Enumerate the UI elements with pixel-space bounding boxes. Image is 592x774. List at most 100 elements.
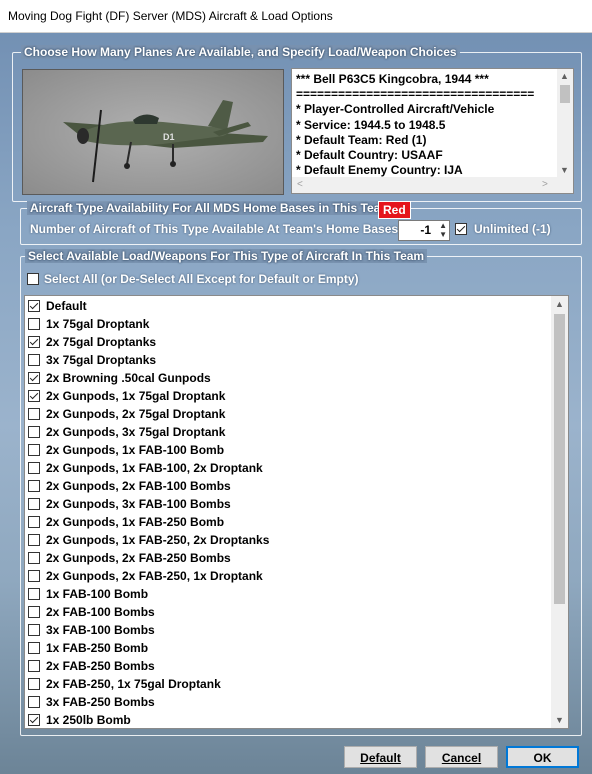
load-option-row[interactable]: 1x FAB-100 Bomb <box>28 585 269 603</box>
load-option-row[interactable]: 1x 75gal Droptank <box>28 315 269 333</box>
load-option-label[interactable]: 2x Gunpods, 1x FAB-100, 2x Droptank <box>46 461 263 475</box>
load-option-checkbox[interactable] <box>28 605 40 618</box>
load-option-row[interactable]: 2x Gunpods, 2x FAB-100 Bombs <box>28 477 269 495</box>
load-option-checkbox[interactable] <box>28 353 40 366</box>
load-option-label[interactable]: 3x 75gal Droptanks <box>46 353 156 367</box>
load-option-checkbox[interactable] <box>28 623 40 636</box>
load-option-checkbox[interactable] <box>28 569 40 582</box>
load-option-label[interactable]: 2x Gunpods, 2x FAB-250 Bombs <box>46 551 231 565</box>
ok-button[interactable]: OK <box>506 746 579 768</box>
load-option-checkbox[interactable] <box>28 497 40 510</box>
scroll-up-icon[interactable]: ▲ <box>560 71 569 81</box>
select-all-label[interactable]: Select All (or De-Select All Except for … <box>44 272 359 286</box>
load-option-checkbox[interactable] <box>28 371 40 384</box>
select-all-checkbox[interactable] <box>27 273 39 285</box>
load-option-checkbox[interactable] <box>28 389 40 402</box>
aircraft-marking-text: D1 <box>163 132 175 142</box>
load-option-label[interactable]: 1x FAB-250 Bomb <box>46 641 148 655</box>
team-badge: Red <box>378 201 411 219</box>
load-option-checkbox[interactable] <box>28 299 40 312</box>
load-option-label[interactable]: 2x Gunpods, 2x 75gal Droptank <box>46 407 225 421</box>
aircraft-count-value[interactable]: -1 <box>420 223 431 237</box>
load-option-label[interactable]: 2x Gunpods, 1x FAB-250 Bomb <box>46 515 224 529</box>
load-option-label[interactable]: 2x FAB-250 Bombs <box>46 659 155 673</box>
info-horizontal-scrollbar[interactable]: < > <box>292 177 573 193</box>
aircraft-count-label: Number of Aircraft of This Type Availabl… <box>30 222 403 236</box>
load-option-label[interactable]: 2x Gunpods, 2x FAB-250, 1x Droptank <box>46 569 263 583</box>
load-option-checkbox[interactable] <box>28 479 40 492</box>
load-option-label[interactable]: 3x FAB-100 Bombs <box>46 623 155 637</box>
load-option-label[interactable]: 1x 250lb Bomb <box>46 713 131 727</box>
load-option-checkbox[interactable] <box>28 407 40 420</box>
load-option-label[interactable]: 1x 75gal Droptank <box>46 317 149 331</box>
spin-up-icon[interactable]: ▲ <box>439 221 447 230</box>
load-option-checkbox[interactable] <box>28 533 40 546</box>
load-option-row[interactable]: 2x Gunpods, 3x FAB-100 Bombs <box>28 495 269 513</box>
load-option-row[interactable]: 2x Gunpods, 1x FAB-250 Bomb <box>28 513 269 531</box>
load-option-label[interactable]: 2x Gunpods, 1x FAB-250, 2x Droptanks <box>46 533 269 547</box>
aircraft-info-textbox[interactable]: *** Bell P63C5 Kingcobra, 1944 *** ======… <box>291 68 574 194</box>
load-option-checkbox[interactable] <box>28 443 40 456</box>
load-option-row[interactable]: 2x FAB-250 Bombs <box>28 657 269 675</box>
load-option-row[interactable]: 2x Gunpods, 1x FAB-100 Bomb <box>28 441 269 459</box>
scroll-left-icon[interactable]: < <box>297 179 303 190</box>
load-option-label[interactable]: 2x Gunpods, 1x FAB-100 Bomb <box>46 443 224 457</box>
load-option-row[interactable]: 2x Gunpods, 3x 75gal Droptank <box>28 423 269 441</box>
spin-down-icon[interactable]: ▼ <box>439 230 447 239</box>
load-option-checkbox[interactable] <box>28 335 40 348</box>
load-option-row[interactable]: 2x Gunpods, 1x 75gal Droptank <box>28 387 269 405</box>
load-option-label[interactable]: 1x FAB-100 Bomb <box>46 587 148 601</box>
loads-listbox[interactable]: Default 1x 75gal Droptank 2x 75gal Droptan… <box>24 295 569 729</box>
scroll-up-icon[interactable]: ▲ <box>555 299 564 309</box>
load-option-checkbox[interactable] <box>28 677 40 690</box>
load-option-checkbox[interactable] <box>28 551 40 564</box>
load-option-label[interactable]: 2x Gunpods, 1x 75gal Droptank <box>46 389 225 403</box>
load-option-checkbox[interactable] <box>28 317 40 330</box>
scroll-thumb[interactable] <box>554 314 565 604</box>
cancel-button[interactable]: Cancel <box>425 746 498 768</box>
load-option-row[interactable]: 2x Gunpods, 1x FAB-100, 2x Droptank <box>28 459 269 477</box>
unlimited-label[interactable]: Unlimited (-1) <box>474 222 551 236</box>
load-option-row[interactable]: 2x Gunpods, 2x FAB-250, 1x Droptank <box>28 567 269 585</box>
unlimited-checkbox[interactable] <box>455 223 467 235</box>
default-button[interactable]: Default <box>344 746 417 768</box>
aircraft-count-spinner[interactable]: -1 ▲ ▼ <box>398 220 450 241</box>
load-option-row[interactable]: 1x 250lb Bomb <box>28 711 269 728</box>
scroll-down-icon[interactable]: ▼ <box>555 715 564 725</box>
load-option-label[interactable]: 2x Gunpods, 3x 75gal Droptank <box>46 425 225 439</box>
scroll-right-icon[interactable]: > <box>542 179 548 190</box>
load-option-row[interactable]: 1x FAB-250 Bomb <box>28 639 269 657</box>
load-option-row[interactable]: 3x 75gal Droptanks <box>28 351 269 369</box>
load-option-label[interactable]: 2x Browning .50cal Gunpods <box>46 371 211 385</box>
load-option-label[interactable]: 2x FAB-100 Bombs <box>46 605 155 619</box>
load-option-checkbox[interactable] <box>28 641 40 654</box>
scroll-down-icon[interactable]: ▼ <box>560 165 569 175</box>
load-option-label[interactable]: 2x Gunpods, 2x FAB-100 Bombs <box>46 479 231 493</box>
load-option-row[interactable]: 2x Gunpods, 2x FAB-250 Bombs <box>28 549 269 567</box>
scroll-thumb[interactable] <box>560 85 570 103</box>
load-option-label[interactable]: 2x FAB-250, 1x 75gal Droptank <box>46 677 221 691</box>
load-option-row[interactable]: 2x FAB-250, 1x 75gal Droptank <box>28 675 269 693</box>
load-option-label[interactable]: 2x Gunpods, 3x FAB-100 Bombs <box>46 497 231 511</box>
load-option-checkbox[interactable] <box>28 425 40 438</box>
load-option-row[interactable]: 2x Gunpods, 1x FAB-250, 2x Droptanks <box>28 531 269 549</box>
load-option-checkbox[interactable] <box>28 587 40 600</box>
load-option-row[interactable]: 2x 75gal Droptanks <box>28 333 269 351</box>
load-option-label[interactable]: Default <box>46 299 87 313</box>
load-option-row[interactable]: 2x Gunpods, 2x 75gal Droptank <box>28 405 269 423</box>
info-vertical-scrollbar[interactable]: ▲ ▼ <box>557 69 573 177</box>
loads-rows: Default 1x 75gal Droptank 2x 75gal Droptan… <box>28 297 269 728</box>
load-option-checkbox[interactable] <box>28 461 40 474</box>
load-option-row[interactable]: 3x FAB-250 Bombs <box>28 693 269 711</box>
load-option-checkbox[interactable] <box>28 515 40 528</box>
loads-vertical-scrollbar[interactable]: ▲ ▼ <box>551 296 568 728</box>
load-option-label[interactable]: 2x 75gal Droptanks <box>46 335 156 349</box>
load-option-checkbox[interactable] <box>28 659 40 672</box>
load-option-checkbox[interactable] <box>28 713 40 726</box>
load-option-row[interactable]: 3x FAB-100 Bombs <box>28 621 269 639</box>
load-option-row[interactable]: Default <box>28 297 269 315</box>
load-option-checkbox[interactable] <box>28 695 40 708</box>
load-option-row[interactable]: 2x Browning .50cal Gunpods <box>28 369 269 387</box>
load-option-label[interactable]: 3x FAB-250 Bombs <box>46 695 155 709</box>
load-option-row[interactable]: 2x FAB-100 Bombs <box>28 603 269 621</box>
